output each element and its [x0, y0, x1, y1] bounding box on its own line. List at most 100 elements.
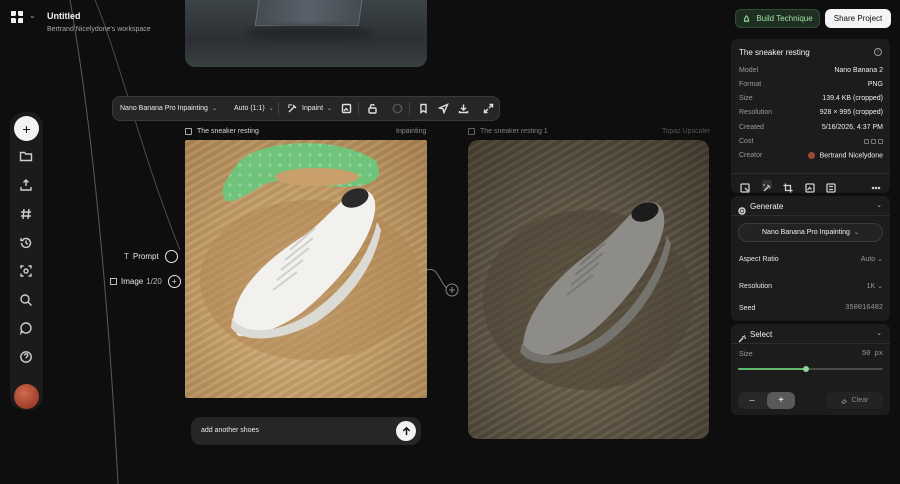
seed-row[interactable]: Seed 350016402 — [739, 304, 883, 312]
adjust-icon[interactable] — [826, 180, 836, 193]
clear-mask-button[interactable]: Clear — [826, 392, 883, 409]
arrow-up-icon — [402, 426, 410, 435]
clear-label: Clear — [851, 397, 869, 404]
prompt-port[interactable]: T Prompt — [124, 250, 178, 263]
node-title-2[interactable]: The sneaker resting 1 — [468, 128, 548, 135]
workspace-menu-chevron-icon[interactable]: ⌄ — [29, 11, 36, 20]
chevron-down-icon: ⌄ — [211, 106, 217, 112]
select-panel: Select ⌄ Size 50 px – + Clear — [731, 324, 890, 415]
image-info-panel: The sneaker resting i Model Nano Banana 2… — [731, 39, 890, 193]
upload-icon[interactable] — [19, 178, 33, 192]
upscaled-result-image[interactable] — [468, 140, 709, 439]
prompt-port-handle[interactable] — [164, 250, 178, 263]
inpaint-toolbar: Nano Banana Pro Inpainting ⌄ Auto (1:1) ⌄ … — [112, 96, 500, 121]
info-icon[interactable]: i — [874, 48, 882, 56]
crop-icon[interactable] — [783, 180, 793, 193]
prompt-input-text[interactable]: add another shoes — [201, 427, 259, 434]
sparkle-icon — [738, 202, 746, 215]
node-tag-1: Inpainting — [396, 128, 427, 135]
chevron-down-icon: ⌄ — [877, 283, 883, 290]
scan-icon[interactable] — [19, 264, 33, 278]
image-icon — [110, 278, 117, 285]
bookmark-icon[interactable] — [418, 97, 429, 120]
select-image-icon[interactable] — [740, 180, 750, 193]
subtract-mask-button[interactable]: – — [738, 392, 766, 409]
brush-size-row: Size 50 px — [739, 350, 883, 358]
image-port[interactable]: Image 1/20 + — [110, 275, 181, 288]
share-project-label: Share Project — [833, 14, 883, 23]
color-swatch-icon[interactable] — [392, 97, 403, 120]
image-variation-icon[interactable] — [805, 180, 815, 193]
expand-icon[interactable] — [483, 97, 494, 120]
upstream-image-node[interactable] — [185, 0, 427, 67]
history-icon[interactable] — [19, 236, 33, 250]
info-row-size: Size 139.4 KB (cropped) — [739, 95, 883, 102]
chevron-down-icon: ⌄ — [876, 202, 882, 209]
chevron-down-icon: ⌄ — [877, 256, 883, 263]
toolbar-inpaint-mode[interactable]: Inpaint ⌄ — [287, 97, 332, 120]
tool-rail: + — [10, 112, 43, 410]
brush-size-slider[interactable] — [738, 366, 883, 372]
image-node-icon — [185, 128, 192, 135]
image-edit-icon[interactable] — [341, 97, 352, 120]
image-node-icon — [468, 128, 475, 135]
help-icon[interactable] — [19, 350, 33, 364]
info-row-model: Model Nano Banana 2 — [739, 67, 883, 74]
select-header[interactable]: Select ⌄ — [731, 324, 890, 344]
folder-icon[interactable] — [19, 149, 33, 163]
user-avatar[interactable] — [14, 384, 39, 409]
info-row-cost: Cost — [739, 138, 883, 145]
generate-panel: Generate ⌄ Nano Banana Pro Inpainting ⌄ A… — [731, 196, 890, 321]
cost-indicator — [864, 139, 883, 144]
build-technique-label: Build Technique — [756, 14, 813, 23]
inpaint-tool-icon[interactable] — [762, 180, 772, 192]
generate-model-label: Nano Banana Pro Inpainting — [762, 229, 850, 236]
chevron-down-icon: ⌄ — [327, 106, 333, 112]
send-icon[interactable] — [438, 97, 449, 120]
chevron-down-icon: ⌄ — [268, 106, 274, 112]
build-technique-button[interactable]: Build Technique — [735, 9, 820, 28]
chat-icon[interactable] — [19, 321, 33, 336]
image-port-label: Image — [121, 277, 144, 286]
add-mask-button[interactable]: + — [767, 392, 795, 409]
info-title: The sneaker resting — [739, 48, 810, 57]
info-actions — [731, 173, 890, 193]
node-title-1[interactable]: The sneaker resting — [185, 128, 259, 135]
aspect-ratio-row[interactable]: Aspect Ratio Auto ⌄ — [739, 255, 883, 264]
workspace-name: Bertrand Nicelydone's workspace — [47, 26, 151, 33]
creator-avatar — [807, 152, 815, 159]
search-icon[interactable] — [19, 293, 33, 307]
chevron-down-icon: ⌄ — [853, 230, 859, 236]
prompt-input[interactable]: add another shoes — [191, 417, 421, 445]
inpainting-canvas[interactable] — [185, 140, 427, 398]
add-node-button[interactable]: + — [14, 116, 39, 141]
generate-header[interactable]: Generate ⌄ — [731, 196, 890, 216]
info-row-creator: Creator Bertrand Nicelydone — [739, 152, 883, 160]
generate-model-select[interactable]: Nano Banana Pro Inpainting ⌄ — [738, 223, 883, 242]
sneaker-image — [200, 143, 420, 360]
chevron-down-icon: ⌄ — [876, 330, 882, 337]
document-title[interactable]: Untitled — [47, 11, 81, 21]
hash-icon[interactable] — [19, 207, 33, 221]
select-title: Select — [750, 330, 773, 339]
sneaker-result-image — [483, 201, 693, 390]
app-logo-icon[interactable] — [9, 9, 25, 25]
prompt-port-label: Prompt — [132, 252, 159, 261]
submit-arrow-button[interactable] — [396, 421, 416, 441]
toolbar-aspect-label: Auto (1:1) — [234, 105, 265, 112]
eraser-icon — [840, 399, 847, 404]
node-tag-2: Topaz Upscaler — [662, 128, 711, 135]
share-project-button[interactable]: Share Project — [825, 9, 891, 28]
image-port-count: 1/20 — [146, 277, 162, 286]
wand-icon — [738, 330, 746, 343]
more-options-icon[interactable] — [871, 180, 881, 190]
brush-icon — [288, 104, 297, 113]
toolbar-aspect-select[interactable]: Auto (1:1) ⌄ — [234, 97, 274, 120]
mask-mode-toggle: – + — [738, 392, 795, 409]
resolution-row[interactable]: Resolution 1K ⌄ — [739, 282, 883, 291]
download-icon[interactable] — [458, 97, 469, 120]
unlock-icon[interactable] — [367, 97, 378, 120]
slider-handle[interactable] — [803, 366, 810, 372]
toolbar-model-select[interactable]: Nano Banana Pro Inpainting ⌄ — [120, 97, 217, 120]
image-port-handle[interactable]: + — [167, 275, 181, 288]
